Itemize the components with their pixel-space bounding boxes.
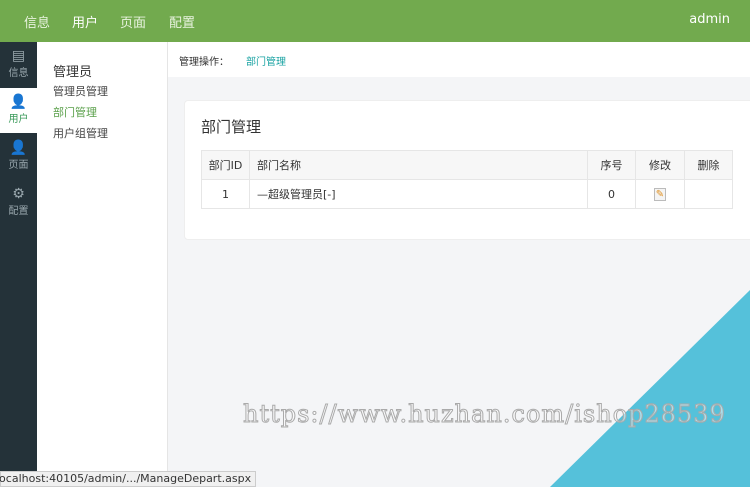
sidebar-label: 用户 [8,114,29,125]
sidebar-label: 配置 [8,206,29,217]
gear-icon: ⚙ [12,186,25,202]
breadcrumb-current[interactable]: 部门管理 [246,53,286,68]
submenu-item-group[interactable]: 用户组管理 [53,125,108,141]
table-row: 1 —超级管理员[-] 0 ✎ [201,179,733,209]
col-order: 序号 [587,150,636,180]
submenu: 管理员 管理员管理 部门管理 用户组管理 [37,42,168,487]
edit-icon: ✎ [654,188,666,201]
sidebar-item-page[interactable]: 👤 页面 [0,134,37,179]
page-icon: 👤 [9,140,28,156]
cell-delete [684,179,733,209]
sidebar: ▤ 信息 👤 用户 👤 页面 ⚙ 配置 [0,42,37,487]
submenu-item-admin[interactable]: 管理员管理 [53,83,108,99]
user-menu[interactable]: admin [689,12,730,27]
depart-card: 部门管理 部门ID 部门名称 序号 修改 删除 1 —超级管理员[-] 0 ✎ [184,100,750,240]
card-title: 部门管理 [201,118,262,136]
cell-id: 1 [201,179,250,209]
submenu-item-depart[interactable]: 部门管理 [53,104,97,120]
sidebar-item-user[interactable]: 👤 用户 [0,88,37,133]
sidebar-item-info[interactable]: ▤ 信息 [0,42,37,87]
submenu-heading: 管理员 [53,65,93,80]
col-id: 部门ID [201,150,250,180]
col-name: 部门名称 [249,150,588,180]
decorative-triangle [550,290,750,487]
nav-info[interactable]: 信息 [24,12,50,31]
breadcrumb: 管理操作： 部门管理 [168,42,750,77]
status-bar: localhost:40105/admin/.../ManageDepart.a… [0,471,257,487]
watermark: https://www.huzhan.com/ishop28539 [243,400,726,429]
top-bar: 信息 用户 页面 配置 admin [0,0,750,42]
col-delete: 删除 [684,150,733,180]
cell-name: —超级管理员[-] [249,179,588,209]
info-icon: ▤ [11,48,26,64]
depart-table: 部门ID 部门名称 序号 修改 删除 1 —超级管理员[-] 0 ✎ [201,150,733,209]
user-icon: 👤 [9,94,28,110]
nav-user[interactable]: 用户 [72,12,98,31]
cell-order: 0 [587,179,636,209]
breadcrumb-label: 管理操作： [179,57,229,68]
nav-page[interactable]: 页面 [120,12,146,31]
edit-button[interactable]: ✎ [635,179,685,209]
sidebar-item-config[interactable]: ⚙ 配置 [0,180,37,225]
col-edit: 修改 [635,150,685,180]
sidebar-label: 页面 [8,160,29,171]
sidebar-label: 信息 [8,68,29,79]
nav-config[interactable]: 配置 [169,12,195,31]
